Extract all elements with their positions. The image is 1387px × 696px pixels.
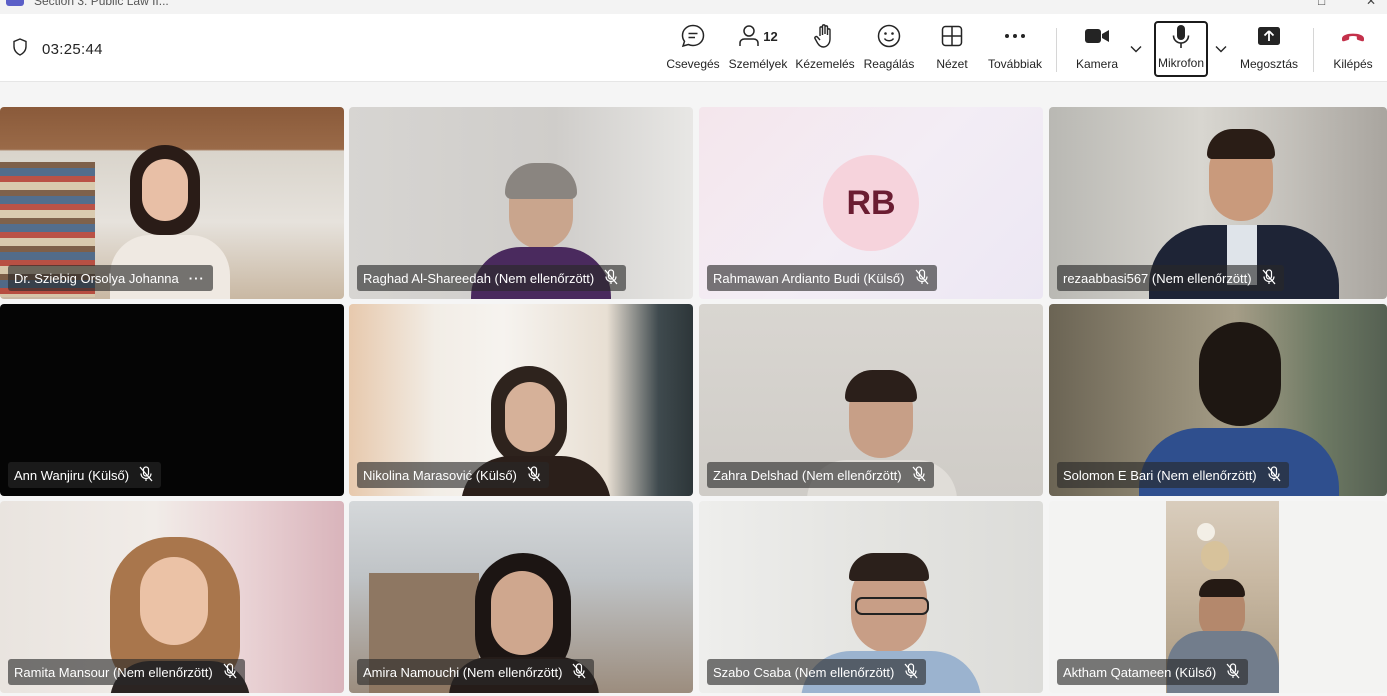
grid-view-icon xyxy=(941,22,963,50)
participant-name: rezaabbasi567 (Nem ellenőrzött) xyxy=(1063,270,1252,286)
participant-name-label: Amira Namouchi (Nem ellenőrzött) xyxy=(357,659,595,685)
participant-tile[interactable]: rezaabbasi567 (Nem ellenőrzött) xyxy=(1049,107,1387,299)
chat-label: Csevegés xyxy=(666,57,720,71)
participant-name-label: Nikolina Marasović (Külső) xyxy=(357,462,549,488)
participant-name-label: Zahra Delshad (Nem ellenőrzött) xyxy=(707,462,934,488)
participant-name: Solomon E Bari (Nem ellenőrzött) xyxy=(1063,467,1257,483)
window-title: Section 3: Public Law II... xyxy=(34,0,169,8)
participant-tile[interactable]: Aktham Qatameen (Külső) xyxy=(1049,501,1387,693)
close-window-icon[interactable]: ✕ xyxy=(1366,0,1376,8)
react-label: Reagálás xyxy=(863,57,915,71)
participant-name: Rahmawan Ardianto Budi (Külső) xyxy=(713,270,905,286)
camera-button[interactable]: Kamera xyxy=(1066,22,1128,76)
more-options-icon[interactable]: ··· xyxy=(189,271,205,286)
muted-microphone-icon xyxy=(912,465,926,485)
view-label: Nézet xyxy=(936,57,968,71)
share-button[interactable]: Megosztás xyxy=(1237,22,1301,76)
participant-tile[interactable]: RB Rahmawan Ardianto Budi (Külső) xyxy=(699,107,1043,299)
muted-microphone-icon xyxy=(223,662,237,682)
toolbar-divider xyxy=(1313,28,1314,72)
participant-tile[interactable]: Dr. Sziebig Orsolya Johanna ··· xyxy=(0,107,344,299)
video-grid: Dr. Sziebig Orsolya Johanna ··· Raghad A… xyxy=(0,82,1387,696)
people-icon: 12 xyxy=(738,22,778,50)
participant-name-label: Dr. Sziebig Orsolya Johanna ··· xyxy=(8,265,213,291)
teams-logo-icon xyxy=(6,0,24,6)
muted-microphone-icon xyxy=(1226,662,1240,682)
participant-name: Zahra Delshad (Nem ellenőrzött) xyxy=(713,467,902,483)
participant-tile[interactable]: Amira Namouchi (Nem ellenőrzött) xyxy=(349,501,693,693)
leave-button[interactable]: Kilépés xyxy=(1326,22,1380,76)
participant-name: Ramita Mansour (Nem ellenőrzött) xyxy=(14,664,213,680)
shield-icon xyxy=(12,38,28,61)
participant-name: Nikolina Marasović (Külső) xyxy=(363,467,517,483)
people-label: Személyek xyxy=(728,57,788,71)
participant-name-label: Aktham Qatameen (Külső) xyxy=(1057,659,1249,685)
leave-label: Kilépés xyxy=(1333,57,1373,71)
view-button[interactable]: Nézet xyxy=(921,22,983,76)
participant-tile[interactable]: Ramita Mansour (Nem ellenőrzött) xyxy=(0,501,344,693)
chat-icon xyxy=(680,22,706,50)
participant-tile[interactable]: Ann Wanjiru (Külső) xyxy=(0,304,344,496)
meeting-toolbar: 03:25:44 Csevegés 12 Személyek Kézemelés… xyxy=(0,14,1387,82)
participant-name-label: Ann Wanjiru (Külső) xyxy=(8,462,162,488)
participant-name: Dr. Sziebig Orsolya Johanna xyxy=(14,270,179,286)
raise-hand-icon xyxy=(813,22,837,50)
title-bar: Section 3: Public Law II... □ ✕ xyxy=(0,0,1387,14)
camera-options-chevron-icon[interactable] xyxy=(1126,38,1146,60)
muted-microphone-icon xyxy=(1262,268,1276,288)
participant-tile[interactable]: Nikolina Marasović (Külső) xyxy=(349,304,693,496)
more-dots-icon xyxy=(1004,22,1026,50)
people-count: 12 xyxy=(763,28,778,44)
participant-tile[interactable]: Szabo Csaba (Nem ellenőrzött) xyxy=(699,501,1043,693)
participant-name-label: Rahmawan Ardianto Budi (Külső) xyxy=(707,265,937,291)
camera-label: Kamera xyxy=(1075,57,1119,71)
participant-name-label: Szabo Csaba (Nem ellenőrzött) xyxy=(707,659,927,685)
muted-microphone-icon xyxy=(904,662,918,682)
hang-up-icon xyxy=(1340,22,1366,50)
participant-name: Raghad Al-Shareedah (Nem ellenőrzött) xyxy=(363,270,595,286)
participant-name: Aktham Qatameen (Külső) xyxy=(1063,664,1217,680)
microphone-icon xyxy=(1171,23,1191,51)
participant-name: Szabo Csaba (Nem ellenőrzött) xyxy=(713,664,895,680)
participant-name: Ann Wanjiru (Külső) xyxy=(14,467,130,483)
microphone-button[interactable]: Mikrofon xyxy=(1154,21,1208,77)
meeting-timer: 03:25:44 xyxy=(12,38,103,61)
people-button[interactable]: 12 Személyek xyxy=(727,22,789,76)
muted-microphone-icon xyxy=(572,662,586,682)
participant-name-label: Raghad Al-Shareedah (Nem ellenőrzött) xyxy=(357,265,627,291)
video-feed xyxy=(1199,322,1281,426)
participant-tile[interactable]: Solomon E Bari (Nem ellenőrzött) xyxy=(1049,304,1387,496)
more-label: Továbbiak xyxy=(987,57,1043,71)
smiley-icon xyxy=(877,22,901,50)
react-button[interactable]: Reagálás xyxy=(858,22,920,76)
muted-microphone-icon xyxy=(604,268,618,288)
participant-name-label: Solomon E Bari (Nem ellenőrzött) xyxy=(1057,462,1289,488)
elapsed-time: 03:25:44 xyxy=(42,41,103,58)
share-label: Megosztás xyxy=(1239,57,1299,71)
raise-hand-button[interactable]: Kézemelés xyxy=(794,22,856,76)
share-screen-icon xyxy=(1257,22,1281,50)
microphone-label: Mikrofon xyxy=(1157,56,1204,70)
participant-name: Amira Namouchi (Nem ellenőrzött) xyxy=(363,664,563,680)
raise-hand-label: Kézemelés xyxy=(795,57,855,71)
participant-avatar: RB xyxy=(823,155,919,251)
microphone-options-chevron-icon[interactable] xyxy=(1211,38,1231,60)
muted-microphone-icon xyxy=(915,268,929,288)
muted-microphone-icon xyxy=(527,465,541,485)
camera-icon xyxy=(1084,22,1110,50)
participant-tile[interactable]: Raghad Al-Shareedah (Nem ellenőrzött) xyxy=(349,107,693,299)
more-button[interactable]: Továbbiak xyxy=(984,22,1046,76)
participant-name-label: Ramita Mansour (Nem ellenőrzött) xyxy=(8,659,245,685)
maximize-icon[interactable]: □ xyxy=(1318,0,1325,8)
participant-tile[interactable]: Zahra Delshad (Nem ellenőrzött) xyxy=(699,304,1043,496)
muted-microphone-icon xyxy=(1267,465,1281,485)
participant-name-label: rezaabbasi567 (Nem ellenőrzött) xyxy=(1057,265,1284,291)
toolbar-divider xyxy=(1056,28,1057,72)
chat-button[interactable]: Csevegés xyxy=(662,22,724,76)
muted-microphone-icon xyxy=(139,465,153,485)
